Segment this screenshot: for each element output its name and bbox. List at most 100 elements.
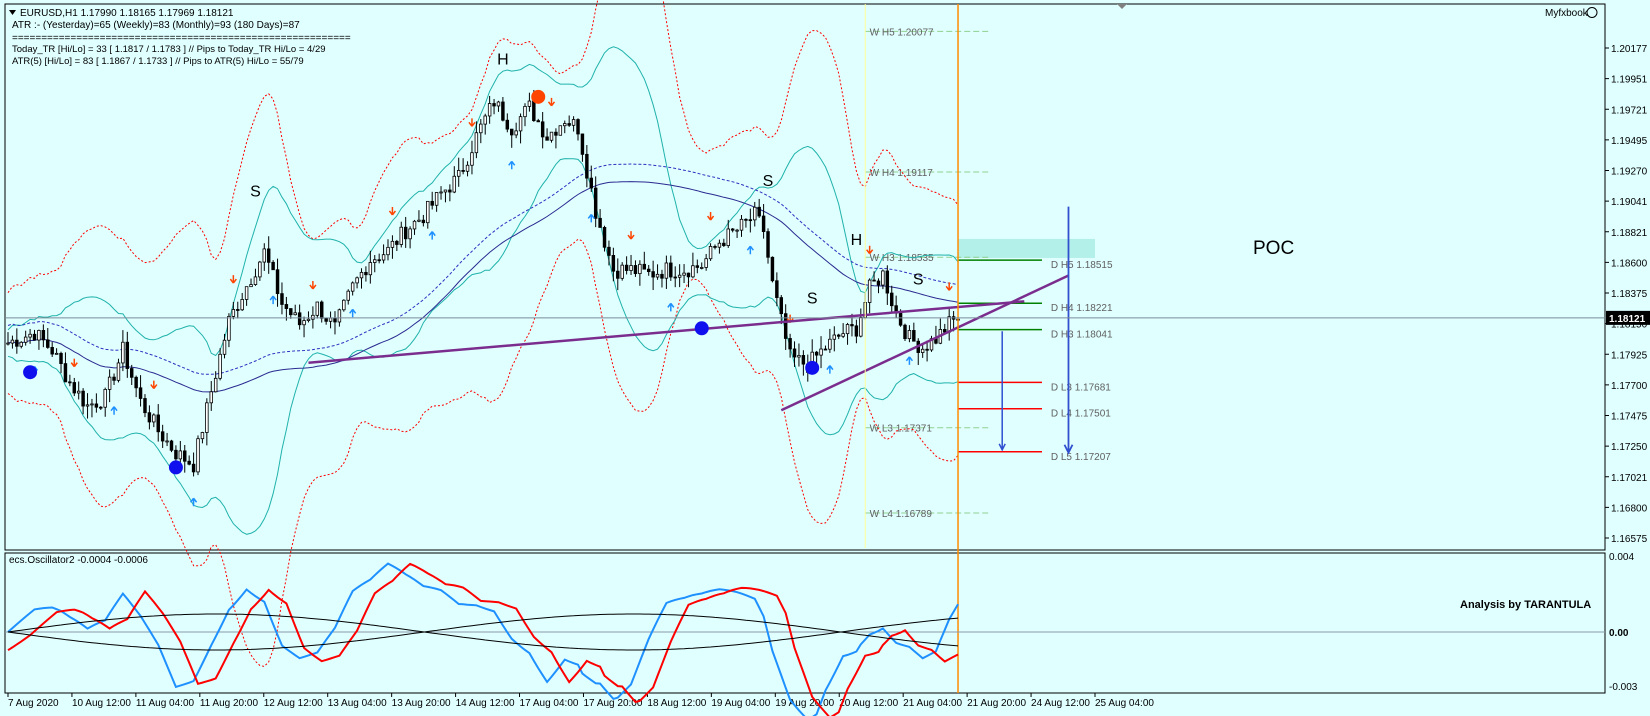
candle-bull bbox=[213, 377, 218, 393]
candle-bull bbox=[845, 324, 850, 335]
candle-bear bbox=[646, 268, 651, 273]
candle-bear bbox=[236, 309, 240, 311]
time-tick-label: 11 Aug 20:00 bbox=[200, 698, 259, 709]
candle-bear bbox=[540, 121, 545, 138]
candle-bull bbox=[726, 228, 730, 246]
candle-bull bbox=[399, 226, 403, 245]
oscillator-label: ecs.Oscillator2 -0.0004 -0.0006 bbox=[9, 555, 148, 566]
candle-bull bbox=[452, 175, 457, 193]
time-tick-label: 24 Aug 12:00 bbox=[1031, 698, 1090, 709]
candle-bull bbox=[735, 229, 739, 232]
candle-bull bbox=[337, 309, 342, 323]
price-axis: 1.20177 1.19951 1.19721 1.19495 1.19270 1.190… bbox=[1605, 44, 1648, 545]
time-tick-label: 25 Aug 04:00 bbox=[1095, 698, 1154, 709]
candle-bull bbox=[355, 277, 359, 284]
candle-bear bbox=[187, 460, 191, 465]
candle-bull bbox=[103, 388, 107, 408]
osc-tick-top: 0.004 bbox=[1609, 552, 1634, 563]
candle-bull bbox=[107, 376, 112, 390]
candle-bear bbox=[567, 123, 571, 126]
candle-bull bbox=[881, 270, 885, 286]
price-tick-label: 1.19951 bbox=[1611, 75, 1648, 86]
candle-bear bbox=[297, 312, 302, 326]
candle-bear bbox=[160, 431, 165, 442]
time-tick-label: 20 Aug 12:00 bbox=[839, 698, 898, 709]
candle-bull bbox=[859, 316, 863, 337]
candle-bull bbox=[474, 132, 479, 154]
trading-chart: W H5 1.20077W H4 1.19117W H3 1.18535W L3… bbox=[4, 0, 1650, 716]
candle-bull bbox=[359, 271, 364, 279]
candle-bear bbox=[280, 293, 284, 305]
time-tick: 7 Aug 2020 bbox=[7, 693, 59, 709]
candle-bull bbox=[443, 189, 448, 193]
price-tick: 1.19721 bbox=[1605, 105, 1648, 116]
time-tick: 19 Aug 04:00 bbox=[710, 693, 771, 709]
candle-bull bbox=[249, 284, 253, 288]
candle-bear bbox=[32, 333, 37, 341]
candle-bull bbox=[828, 338, 832, 350]
candle-bear bbox=[722, 242, 726, 246]
candle-bull bbox=[527, 100, 532, 107]
candle-bull bbox=[368, 262, 373, 276]
candle-bull bbox=[417, 219, 421, 222]
candle-bear bbox=[788, 338, 792, 350]
candle-bear bbox=[430, 200, 434, 206]
time-tick-label: 10 Aug 12:00 bbox=[72, 698, 131, 709]
weekly-level-label: W L4 1.16789 bbox=[870, 509, 933, 520]
candle-bear bbox=[890, 292, 894, 307]
candle-bull bbox=[841, 333, 845, 337]
candle-bull bbox=[240, 299, 244, 311]
daily-level-label: D H5 1.18515 bbox=[1051, 260, 1113, 271]
time-tick: 10 Aug 12:00 bbox=[71, 693, 131, 709]
candle-bear bbox=[81, 390, 85, 407]
candle-bull bbox=[350, 282, 355, 292]
candle-bear bbox=[770, 256, 775, 282]
price-tick-label: 1.17250 bbox=[1611, 442, 1648, 453]
candle-bull bbox=[470, 152, 474, 166]
candle-bull bbox=[346, 290, 350, 301]
candle-bear bbox=[333, 317, 337, 323]
current-price-text: 1.18121 bbox=[1609, 314, 1646, 325]
candle-bear bbox=[271, 261, 275, 271]
candle-bull bbox=[518, 116, 523, 132]
pattern-label: H bbox=[851, 232, 863, 249]
daily-level-label: D L3 1.17681 bbox=[1051, 382, 1111, 393]
time-tick: 14 Aug 12:00 bbox=[455, 693, 515, 709]
candle-bear bbox=[651, 271, 655, 278]
time-tick-label: 19 Aug 20:00 bbox=[775, 698, 834, 709]
candle bbox=[620, 262, 624, 281]
candle-bear bbox=[943, 329, 947, 333]
candle-bull bbox=[209, 391, 213, 404]
price-tick-label: 1.19495 bbox=[1611, 136, 1648, 147]
candle-bull bbox=[682, 272, 686, 276]
candle-bull bbox=[227, 315, 231, 341]
candle-bear bbox=[580, 133, 585, 155]
candle-bear bbox=[364, 271, 368, 276]
candle-bear bbox=[448, 189, 452, 193]
candle-bull bbox=[302, 320, 306, 326]
price-tick-label: 1.18375 bbox=[1611, 289, 1648, 300]
candle-bear bbox=[138, 387, 143, 399]
price-tick-label: 1.18821 bbox=[1611, 228, 1648, 239]
price-tick: 1.16575 bbox=[1605, 534, 1648, 545]
candle-bear bbox=[686, 272, 691, 278]
time-tick: 11 Aug 20:00 bbox=[199, 693, 259, 709]
weekly-level-label: W H5 1.20077 bbox=[870, 27, 934, 38]
candle-bear bbox=[501, 101, 505, 121]
candle bbox=[196, 435, 200, 476]
pattern-marker-dot bbox=[531, 89, 546, 104]
candle-bear bbox=[41, 329, 46, 341]
candle-bull bbox=[677, 274, 682, 278]
candle-bear bbox=[461, 170, 465, 172]
price-tick: 1.17250 bbox=[1605, 442, 1648, 453]
pattern-label: H bbox=[497, 52, 509, 69]
candle-bear bbox=[836, 334, 841, 337]
time-tick-label: 18 Aug 12:00 bbox=[647, 698, 706, 709]
candle-bear bbox=[598, 217, 602, 228]
candle-bull bbox=[381, 254, 386, 261]
candle-bear bbox=[536, 120, 540, 123]
candle-bull bbox=[373, 259, 377, 263]
candle-bull bbox=[867, 279, 872, 303]
candle-bull bbox=[638, 263, 642, 275]
candle-bear bbox=[403, 226, 408, 240]
